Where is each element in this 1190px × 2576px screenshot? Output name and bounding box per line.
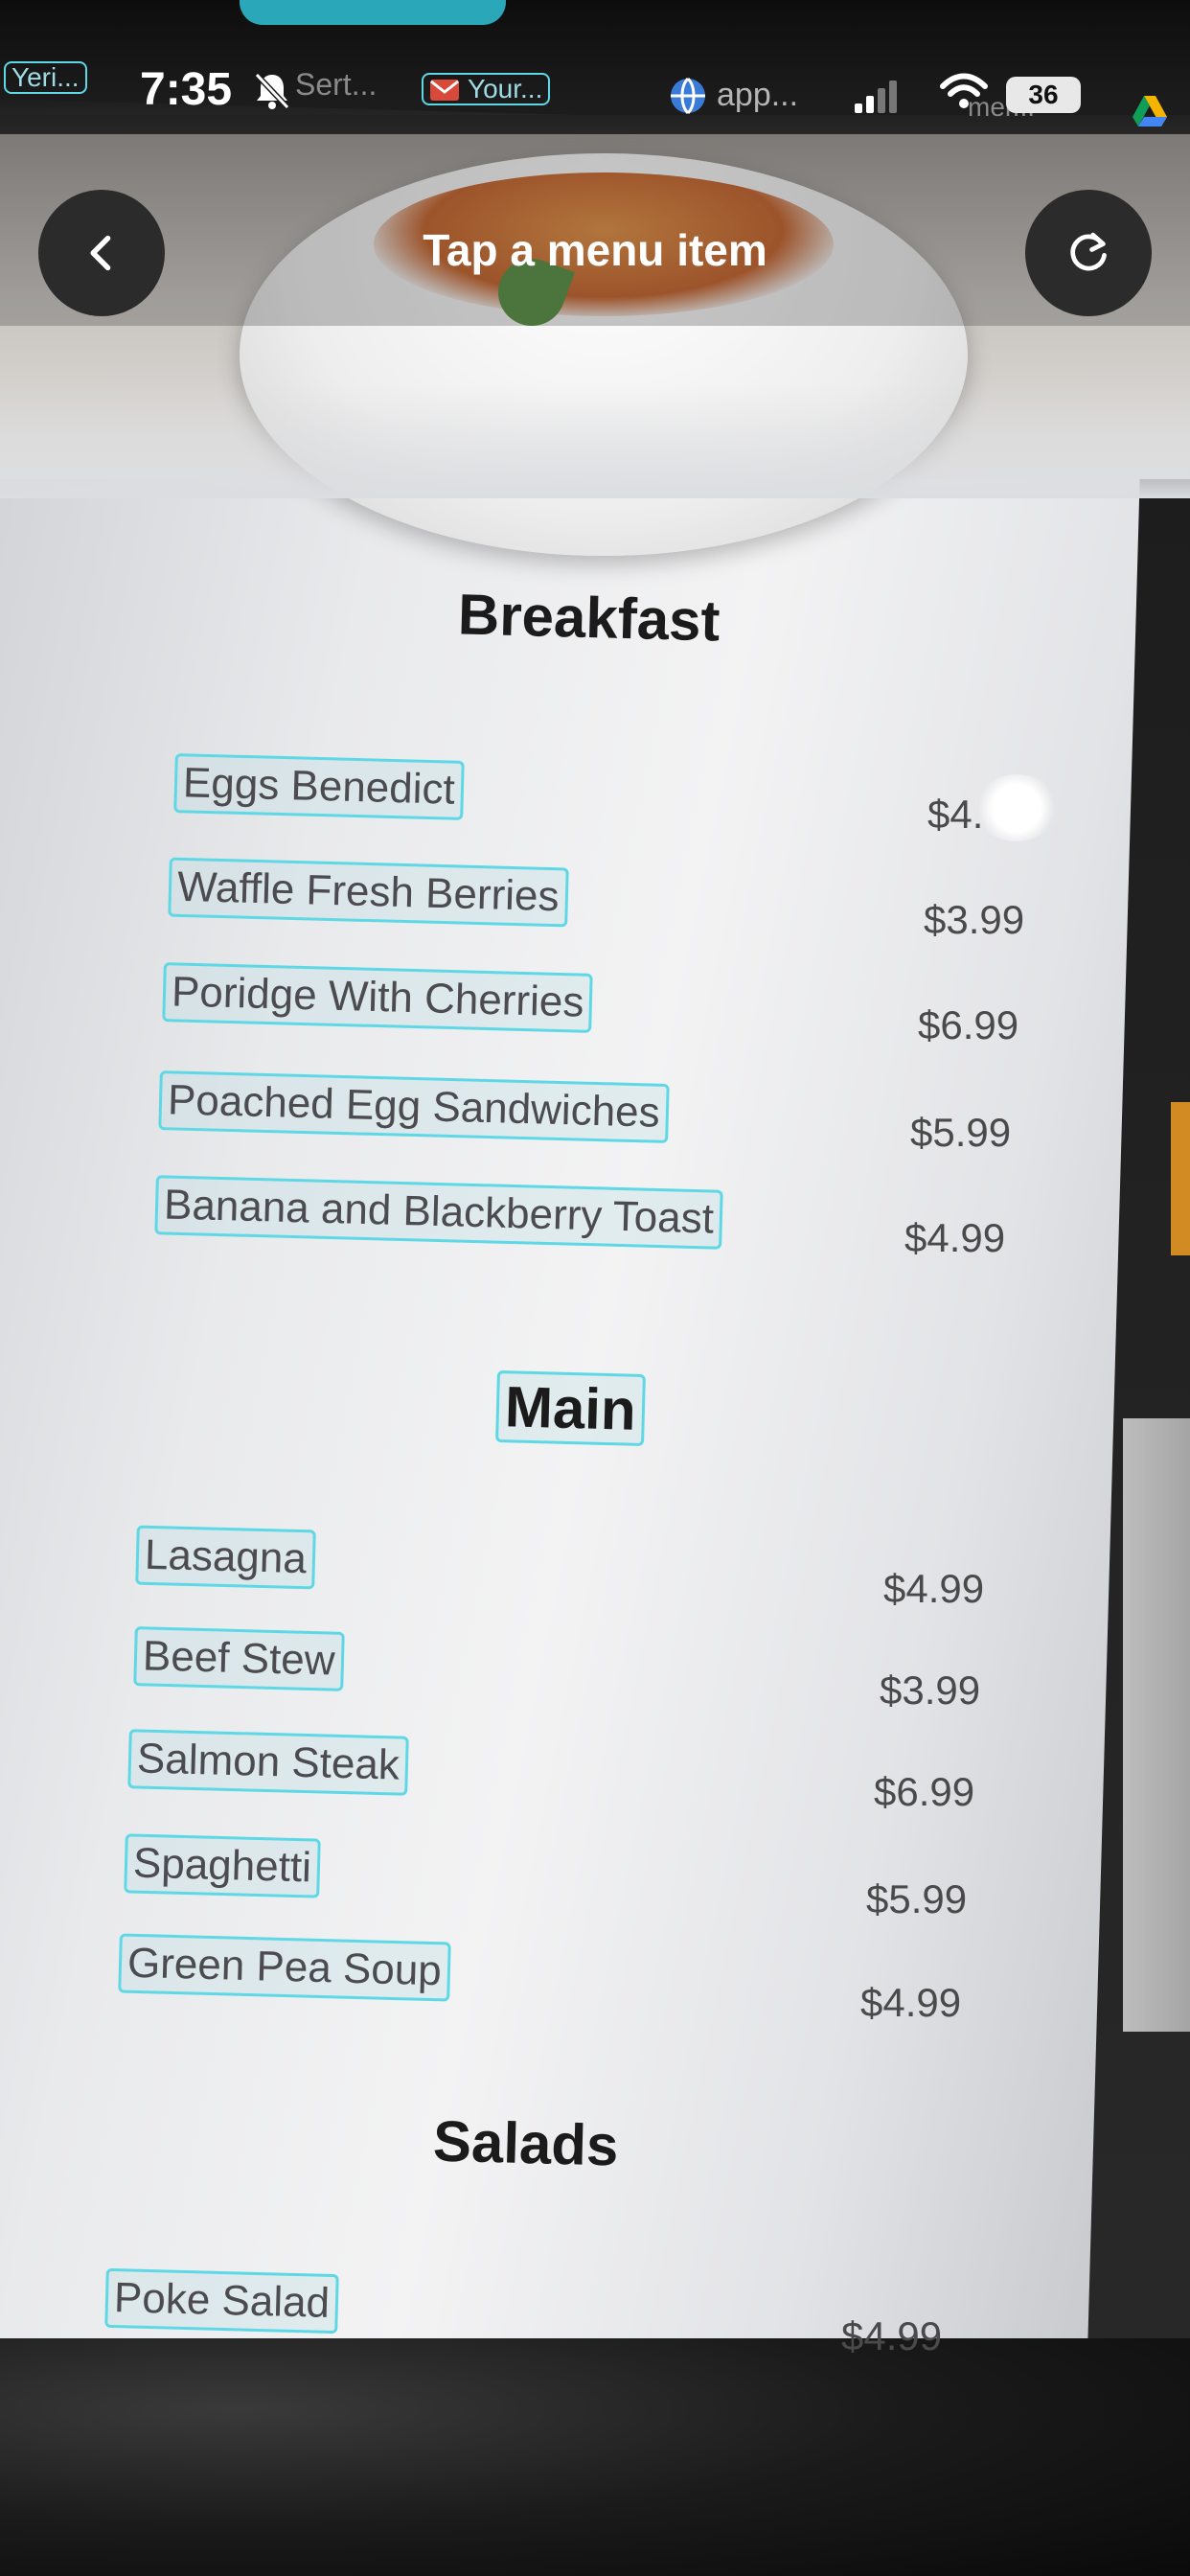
mail-chip[interactable]: Your... (422, 73, 551, 105)
status-bar: Yeri... 7:35 Sert... Your... app... mer.… (0, 0, 1190, 134)
dynamic-island-pill (240, 0, 506, 25)
menu-item-eggs-benedict[interactable]: Eggs Benedict (173, 753, 465, 820)
menu-item-poached-egg-sandwiches[interactable]: Poached Egg Sandwiches (158, 1070, 670, 1143)
price-beef-stew: $3.99 (880, 1668, 981, 1713)
menu-item-banana-and-blackberry-toast[interactable]: Banana and Blackberry Toast (154, 1175, 723, 1250)
price-green-pea-soup: $4.99 (860, 1980, 962, 2025)
menu-item-waffle-fresh-berries[interactable]: Waffle Fresh Berries (168, 857, 569, 928)
menu-item-beef-stew[interactable]: Beef Stew (133, 1626, 345, 1691)
light-glare (975, 774, 1058, 841)
menu-overlay: Breakfast Eggs Benedict $4. Waffle Fresh… (0, 0, 1190, 2576)
refresh-icon (1070, 232, 1107, 271)
faint-notification-text: Sert... (295, 67, 378, 102)
battery-icon: 36 (1006, 77, 1081, 113)
price-salmon-steak: $6.99 (874, 1769, 975, 1814)
wifi-icon (940, 73, 988, 108)
section-title-salads: Salads (432, 2108, 620, 2178)
app-label: app... (717, 77, 799, 113)
bell-slash-icon (254, 72, 290, 110)
price-spaghetti: $5.99 (866, 1876, 968, 1921)
menu-item-poke-salad[interactable]: Poke Salad (104, 2267, 339, 2334)
price-poridge-with-cherries: $6.99 (918, 1002, 1019, 1047)
globe-icon (671, 77, 705, 115)
clock: 7:35 (140, 64, 233, 115)
menu-item-salmon-steak[interactable]: Salmon Steak (127, 1729, 409, 1796)
back-to-app-chip[interactable]: Yeri... (4, 61, 87, 94)
menu-item-green-pea-soup[interactable]: Green Pea Soup (118, 1933, 451, 2002)
section-title-main[interactable]: Main (495, 1369, 646, 1447)
menu-item-poridge-with-cherries[interactable]: Poridge With Cherries (162, 962, 594, 1033)
price-poke-salad: $4.99 (841, 2313, 943, 2358)
price-eggs-benedict: $4. (927, 792, 984, 837)
menu-item-lasagna[interactable]: Lasagna (135, 1525, 316, 1590)
menu-item-spaghetti[interactable]: Spaghetti (124, 1833, 321, 1898)
refresh-button[interactable] (1025, 190, 1152, 316)
mail-label: Your... (468, 74, 543, 104)
signal-icon (855, 80, 897, 113)
drive-icon (1133, 96, 1167, 126)
price-waffle-fresh-berries: $3.99 (924, 897, 1025, 942)
page-title: Tap a menu item (423, 225, 767, 275)
mail-icon (430, 80, 459, 101)
price-lasagna: $4.99 (883, 1566, 985, 1611)
price-poached-egg-sandwiches: $5.99 (910, 1110, 1012, 1155)
price-banana-and-blackberry-toast: $4.99 (904, 1215, 1006, 1260)
section-title-breakfast: Breakfast (457, 582, 721, 654)
